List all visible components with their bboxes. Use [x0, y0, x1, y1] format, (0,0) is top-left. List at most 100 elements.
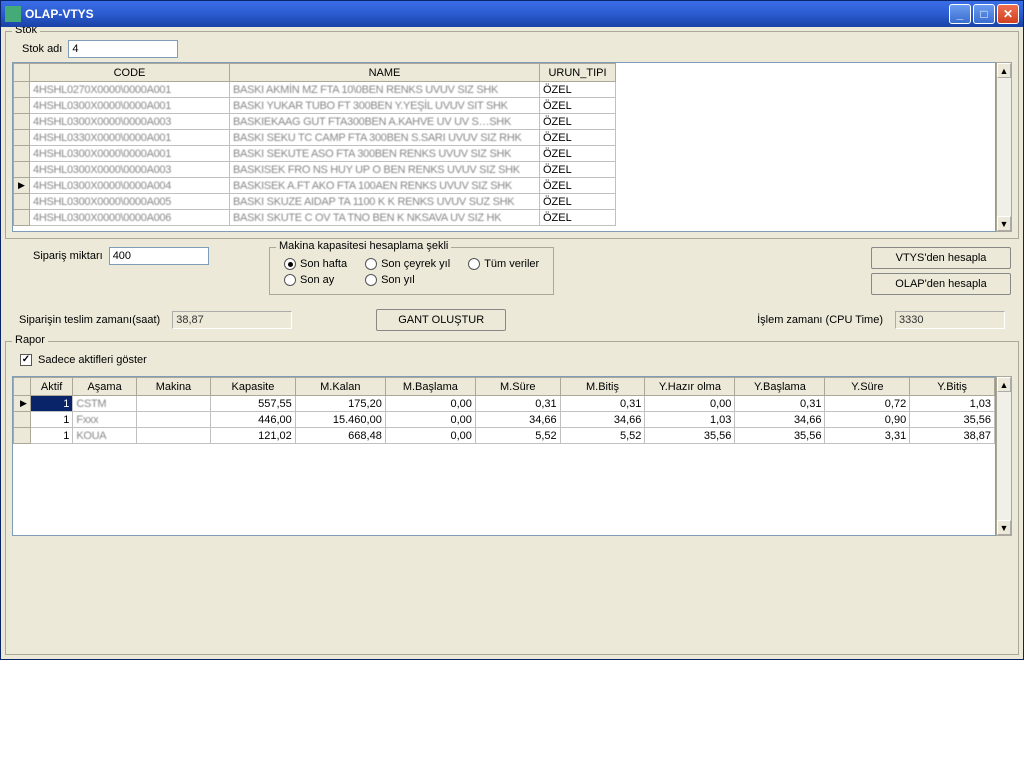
radio-son-hafta[interactable]: Son hafta	[284, 258, 347, 270]
cell-code: 4HSHL0300X0000\0000A006	[30, 210, 230, 226]
cell-makina	[136, 412, 210, 428]
table-row[interactable]: 4HSHL0270X0000\0000A001BASKI AKMİN MZ FT…	[14, 82, 995, 98]
rapor-col[interactable]: Y.Süre	[825, 378, 910, 396]
rapor-col[interactable]: M.Süre	[475, 378, 560, 396]
col-urun-tipi[interactable]: URUN_TIPI	[540, 64, 616, 82]
olap-button[interactable]: OLAP'den hesapla	[871, 273, 1011, 295]
col-code[interactable]: CODE	[30, 64, 230, 82]
radio-icon	[365, 258, 377, 270]
cell-ysure: 3,31	[825, 428, 910, 444]
rapor-col[interactable]: Y.Bitiş	[910, 378, 995, 396]
app-window: OLAP-VTYS _ □ ✕ Stok Stok adı	[0, 0, 1024, 660]
rapor-col[interactable]: Kapasite	[211, 378, 296, 396]
client-area: Stok Stok adı CODE NAME	[1, 27, 1023, 659]
scroll-down-icon[interactable]: ▼	[997, 520, 1011, 535]
cell-code: 4HSHL0300X0000\0000A004	[30, 178, 230, 194]
teslim-label: Siparişin teslim zamanı(saat)	[19, 314, 160, 326]
app-icon	[5, 6, 21, 22]
table-row[interactable]: 4HSHL0300X0000\0000A005BASKI SKUZE AIDAP…	[14, 194, 995, 210]
table-row[interactable]: 4HSHL0300X0000\0000A006BASKI SKUTE C OV …	[14, 210, 995, 226]
cell-mkalan: 15.460,00	[295, 412, 385, 428]
table-row[interactable]: ▶4HSHL0300X0000\0000A004BASKISEK A.FT AK…	[14, 178, 995, 194]
radio-tum-veriler[interactable]: Tüm veriler	[468, 258, 539, 270]
cell-kapasite: 557,55	[211, 396, 296, 412]
cell-ysure: 0,72	[825, 396, 910, 412]
radio-icon	[468, 258, 480, 270]
radio-son-ay[interactable]: Son ay	[284, 274, 347, 286]
cell-urun-tipi: ÖZEL	[540, 98, 616, 114]
cell-asama: CSTM	[73, 396, 137, 412]
cell-ysure: 0,90	[825, 412, 910, 428]
stok-scrollbar[interactable]: ▲ ▼	[996, 62, 1012, 232]
window-title: OLAP-VTYS	[25, 7, 949, 21]
rapor-scrollbar[interactable]: ▲ ▼	[996, 376, 1012, 536]
scroll-up-icon[interactable]: ▲	[997, 63, 1011, 78]
cell-yhazir: 1,03	[645, 412, 735, 428]
rapor-grid[interactable]: AktifAşamaMakinaKapasiteM.KalanM.Başlama…	[12, 376, 996, 536]
cell-aktif: 1	[30, 412, 72, 428]
close-button[interactable]: ✕	[997, 4, 1019, 24]
minimize-button[interactable]: _	[949, 4, 971, 24]
row-marker: ▶	[14, 396, 31, 412]
cell-msure: 0,31	[475, 396, 560, 412]
cell-asama: KOUA	[73, 428, 137, 444]
rapor-col[interactable]: M.Bitiş	[560, 378, 645, 396]
cell-name: BASKI SEKUTE ASO FTA 300BEN RENKS UVUV S…	[230, 146, 540, 162]
cell-mbitis: 0,31	[560, 396, 645, 412]
cell-code: 4HSHL0330X0000\0000A001	[30, 130, 230, 146]
vtys-button[interactable]: VTYS'den hesapla	[871, 247, 1011, 269]
gant-button[interactable]: GANT OLUŞTUR	[376, 309, 506, 331]
cpu-label: İşlem zamanı (CPU Time)	[757, 314, 883, 326]
rapor-col[interactable]: M.Başlama	[385, 378, 475, 396]
row-marker	[14, 146, 30, 162]
cell-name: BASKIEKAAG GUT FTA300BEN A.KAHVE UV UV S…	[230, 114, 540, 130]
scroll-up-icon[interactable]: ▲	[997, 377, 1011, 392]
table-row[interactable]: 1KOUA121,02668,480,005,525,5235,5635,563…	[14, 428, 995, 444]
table-row[interactable]: 4HSHL0300X0000\0000A001BASKI SEKUTE ASO …	[14, 146, 995, 162]
rapor-col[interactable]: M.Kalan	[295, 378, 385, 396]
aktif-checkbox[interactable]	[20, 354, 32, 366]
stok-name-input[interactable]	[68, 40, 178, 58]
rapor-group: Rapor Sadece aktifleri göster	[5, 341, 1019, 655]
maximize-button[interactable]: □	[973, 4, 995, 24]
siparis-miktar-input[interactable]	[109, 247, 209, 265]
radio-son-yil[interactable]: Son yıl	[365, 274, 450, 286]
radio-icon	[284, 258, 296, 270]
stok-group: Stok Stok adı CODE NAME	[5, 31, 1019, 239]
rapor-col[interactable]: Y.Hazır olma	[645, 378, 735, 396]
cell-mbitis: 34,66	[560, 412, 645, 428]
cell-name: BASKISEK A.FT AKO FTA 100AEN RENKS UVUV …	[230, 178, 540, 194]
cell-code: 4HSHL0300X0000\0000A005	[30, 194, 230, 210]
rapor-col[interactable]: Makina	[136, 378, 210, 396]
rapor-col[interactable]: Y.Başlama	[735, 378, 825, 396]
cell-mbaslama: 0,00	[385, 428, 475, 444]
rapor-col[interactable]: Aktif	[30, 378, 72, 396]
cell-name: BASKI AKMİN MZ FTA 10\0BEN RENKS UVUV SI…	[230, 82, 540, 98]
row-marker	[14, 194, 30, 210]
cell-makina	[136, 428, 210, 444]
cell-ybitis: 1,03	[910, 396, 995, 412]
table-row[interactable]: 4HSHL0300X0000\0000A003BASKISEK FRO NS H…	[14, 162, 995, 178]
radio-son-ceyrek[interactable]: Son çeyrek yıl	[365, 258, 450, 270]
col-name[interactable]: NAME	[230, 64, 540, 82]
table-row[interactable]: 1Fxxx446,0015.460,000,0034,6634,661,0334…	[14, 412, 995, 428]
cell-urun-tipi: ÖZEL	[540, 82, 616, 98]
stok-grid[interactable]: CODE NAME URUN_TIPI 4HSHL0270X0000\0000A…	[12, 62, 996, 232]
rapor-legend: Rapor	[12, 334, 48, 346]
table-row[interactable]: 4HSHL0300X0000\0000A003BASKIEKAAG GUT FT…	[14, 114, 995, 130]
cell-mkalan: 668,48	[295, 428, 385, 444]
rapor-col[interactable]: Aşama	[73, 378, 137, 396]
cell-name: BASKI SKUTE C OV TA TNO BEN K NKSAVA UV …	[230, 210, 540, 226]
scroll-down-icon[interactable]: ▼	[997, 216, 1011, 231]
table-row[interactable]: 4HSHL0300X0000\0000A001BASKI YUKAR TUBO …	[14, 98, 995, 114]
table-row[interactable]: ▶1CSTM557,55175,200,000,310,310,000,310,…	[14, 396, 995, 412]
cell-yhazir: 35,56	[645, 428, 735, 444]
row-marker	[14, 210, 30, 226]
table-row[interactable]: 4HSHL0330X0000\0000A001BASKI SEKU TC CAM…	[14, 130, 995, 146]
cell-kapasite: 121,02	[211, 428, 296, 444]
cell-code: 4HSHL0270X0000\0000A001	[30, 82, 230, 98]
cell-urun-tipi: ÖZEL	[540, 178, 616, 194]
row-marker	[14, 98, 30, 114]
cell-code: 4HSHL0300X0000\0000A003	[30, 162, 230, 178]
teslim-value: 38,87	[172, 311, 292, 329]
